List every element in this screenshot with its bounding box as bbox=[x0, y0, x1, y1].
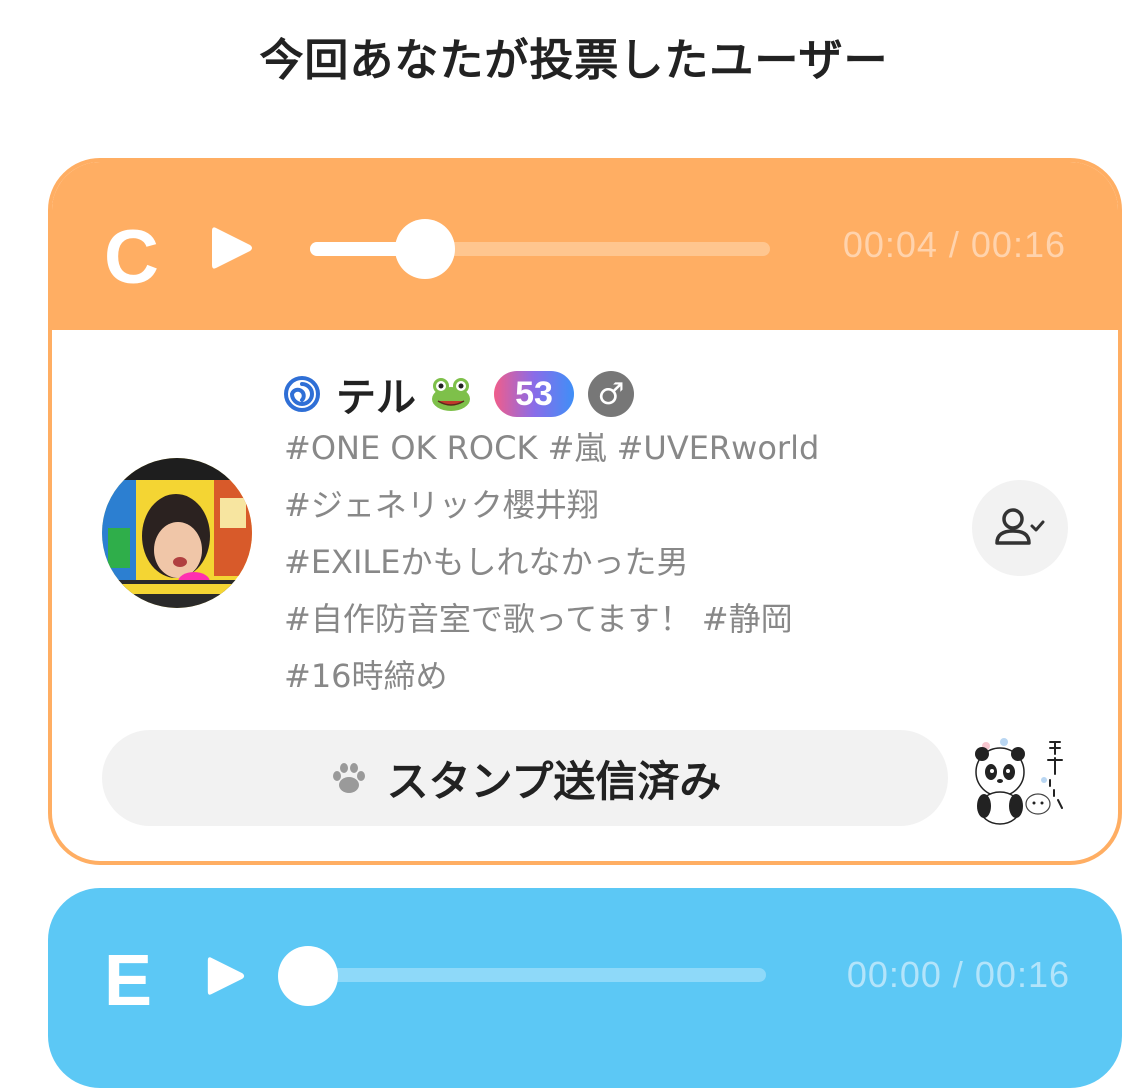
tag-line: #EXILEかもしれなかった男 bbox=[284, 543, 689, 581]
frog-icon bbox=[432, 378, 470, 411]
progress-slider[interactable] bbox=[310, 219, 770, 279]
progress-slider[interactable] bbox=[306, 968, 766, 982]
paw-icon bbox=[332, 763, 365, 793]
user-check-icon bbox=[995, 508, 1045, 545]
voted-user-card: E 00:00 / 00:16 bbox=[48, 888, 1122, 1088]
time-display: 00:00 / 00:16 bbox=[846, 954, 1070, 995]
voted-user-card: C 00:04 / 00:16 テル 53 ♂ #ONE OK ROCK #嵐 … bbox=[48, 158, 1122, 865]
progress-knob[interactable] bbox=[278, 946, 338, 1006]
level-badge: 53 bbox=[494, 371, 574, 417]
gender-badge: ♂ bbox=[588, 371, 634, 417]
audio-player: C 00:04 / 00:16 bbox=[52, 162, 1118, 330]
tag-line: #自作防音室で歌ってます！ #静岡 bbox=[284, 600, 793, 638]
tag-line: #ジェネリック櫻井翔 bbox=[284, 486, 599, 524]
play-icon[interactable] bbox=[206, 954, 246, 998]
time-display: 00:04 / 00:16 bbox=[842, 224, 1066, 265]
stamp-button-label: スタンプ送信済み bbox=[386, 756, 722, 806]
tag-line: #ONE OK ROCK #嵐 #UVERworld bbox=[284, 429, 820, 467]
panda-sticker-image bbox=[975, 738, 1063, 825]
page-title: 今回あなたが投票したユーザー bbox=[259, 35, 889, 86]
follow-button[interactable] bbox=[972, 480, 1068, 576]
avatar[interactable] bbox=[102, 458, 252, 608]
swirl-icon bbox=[284, 376, 320, 412]
grade-label: C bbox=[104, 215, 159, 300]
stamp-sent-button[interactable]: スタンプ送信済み bbox=[102, 730, 948, 826]
tag-line: #16時締め bbox=[284, 657, 448, 695]
grade-label: E bbox=[104, 941, 153, 1021]
play-icon[interactable] bbox=[210, 224, 254, 272]
user-tags: #ONE OK ROCK #嵐 #UVERworld #ジェネリック櫻井翔 #E… bbox=[284, 420, 944, 705]
user-name-row: テル 53 ♂ bbox=[284, 366, 634, 422]
progress-knob[interactable] bbox=[395, 219, 455, 279]
user-name[interactable]: テル bbox=[336, 365, 416, 423]
